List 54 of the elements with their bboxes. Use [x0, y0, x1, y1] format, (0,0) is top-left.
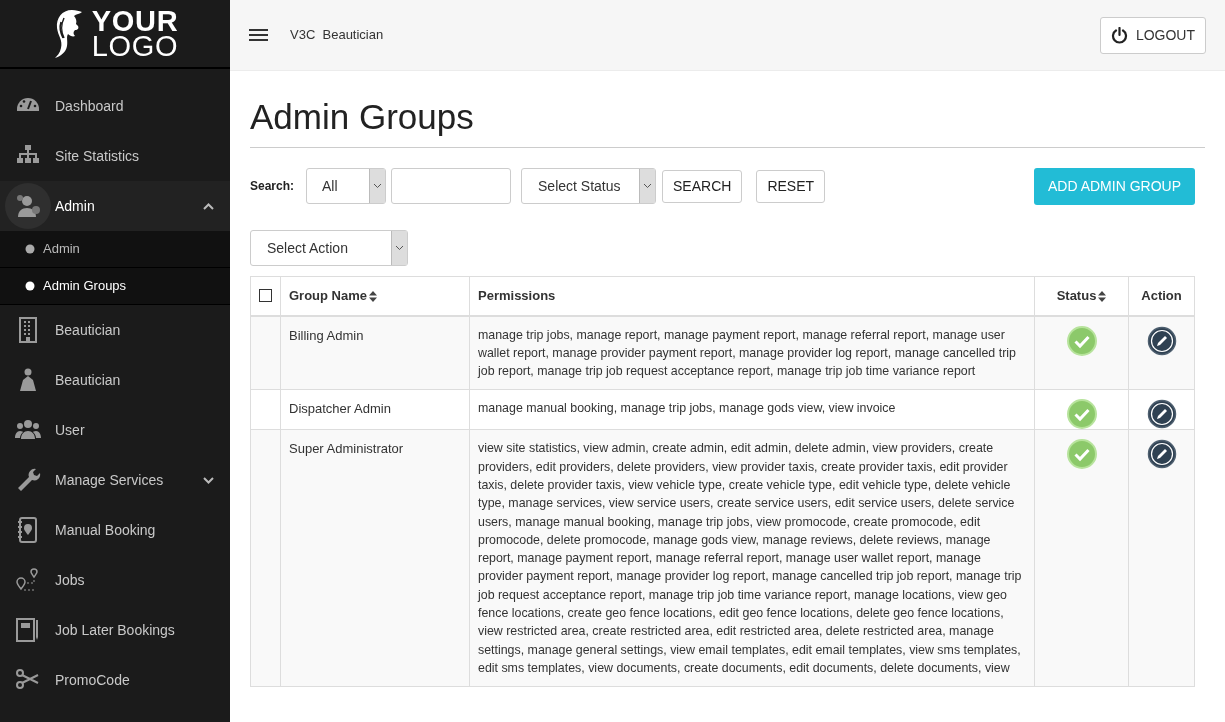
sidebar-item[interactable]: User	[0, 405, 230, 455]
sidebar-item[interactable]: Jobs	[0, 555, 230, 605]
route-pins-icon	[15, 567, 41, 593]
chevron-icon	[203, 202, 214, 210]
sidebar-item[interactable]: Site Statistics	[0, 131, 230, 181]
reset-button[interactable]: RESET	[756, 169, 826, 203]
caret-icon	[395, 245, 404, 251]
checkmark-icon[interactable]	[1066, 439, 1097, 470]
column-header: Action	[1128, 276, 1195, 316]
select-all-checkbox[interactable]	[259, 289, 272, 303]
group-name: Super Administrator	[289, 441, 404, 457]
power-icon	[1110, 26, 1128, 44]
sidebar-item[interactable]: Manage Services	[0, 455, 230, 505]
status-dropdown[interactable]: Select Status	[521, 168, 657, 204]
logo-text: LOGO	[91, 33, 179, 59]
edit-icon[interactable]	[1146, 325, 1177, 356]
sidebar-item[interactable]: Dashboard	[0, 81, 230, 131]
search-label: Search:	[250, 178, 295, 195]
notebook-pen-icon	[15, 617, 41, 643]
group-name: Billing Admin	[289, 327, 364, 343]
permissions-text: manage manual booking, manage trip jobs, manage gods view, view invoice	[478, 401, 896, 416]
search-button[interactable]: SEARCH	[662, 169, 743, 203]
menu-icon[interactable]	[249, 29, 268, 41]
chevron-icon	[203, 476, 214, 484]
group-name: Dispatcher Admin	[289, 401, 391, 417]
column-header[interactable]: Group Name	[280, 276, 470, 316]
field-dropdown[interactable]: All	[306, 168, 387, 204]
page-title: Admin Groups	[250, 95, 1205, 148]
edit-icon[interactable]	[1146, 439, 1177, 470]
app-title: V3C Beautician	[290, 26, 384, 45]
sort-icon	[1098, 291, 1107, 303]
action-dropdown[interactable]: Select Action	[250, 230, 408, 266]
logout-button[interactable]: LOGOUT	[1099, 16, 1206, 54]
sort-icon	[369, 291, 377, 303]
sidebar-item[interactable]: Manual Booking	[0, 505, 230, 555]
column-header: Permissions	[469, 276, 1035, 316]
sidebar-item[interactable]: Admin	[0, 181, 230, 231]
caret-icon	[643, 183, 653, 189]
checkmark-icon[interactable]	[1066, 399, 1097, 430]
column-header[interactable]: Status	[1034, 276, 1129, 316]
edit-icon[interactable]	[1146, 399, 1177, 430]
sidebar-item[interactable]: Beautician	[0, 305, 230, 355]
sidebar-subitem[interactable]: Admin Groups	[0, 268, 230, 305]
permissions-text: view site statistics, view admin, create admin, edit admin, delete admin, view providers, create providers, edit providers, delete providers, view provider taxis, create provider taxis, edit provider taxis, delete provider taxis, view vehicle type, create vehicle type, edit vehicle type, delete vehicle type, manage services, view service users, create service users, edit service users, delete service users, manage manual booking, manage trip jobs, view promocode, create promocode, edit promocode, delete promocode, manage gods view, manage reviews, delete reviews, manage report, manage payment report, manage referral report, manage user wallet report, manage provider payment report, manage provider log report, manage cancelled trip job report, manage trip job request acceptance report, manage trip job time variance report, manage locations, view geo fence locations, create geo fence locations, edit geo fence locations, delete geo fence locations, view restricted area, create restricted area, edit restricted area, delete restricted area, manage settings, manage general settings, view email templates, edit email templates, view sms templates, edit sms templates, view documents, create documents, edit documents, delete documents, view	[478, 441, 1022, 675]
caret-icon	[373, 183, 383, 189]
users-gear-icon	[15, 193, 41, 219]
checkmark-icon[interactable]	[1066, 325, 1097, 356]
search-field[interactable]	[391, 168, 512, 204]
logo-text: YOUR	[91, 8, 179, 34]
sidebar-item[interactable]: Job Later Bookings	[0, 605, 230, 655]
sidebar-subitem[interactable]: Admin	[0, 231, 230, 268]
sidebar-item[interactable]: PromoCode	[0, 655, 230, 705]
permissions-text: manage trip jobs, manage report, manage payment report, manage referral report, manage user wallet report, manage provider payment report, manage provider log report, manage cancelled trip job report, manage trip job request acceptance report, manage trip job time variance report	[478, 327, 1016, 379]
sidebar-item[interactable]: Beautician	[0, 355, 230, 405]
